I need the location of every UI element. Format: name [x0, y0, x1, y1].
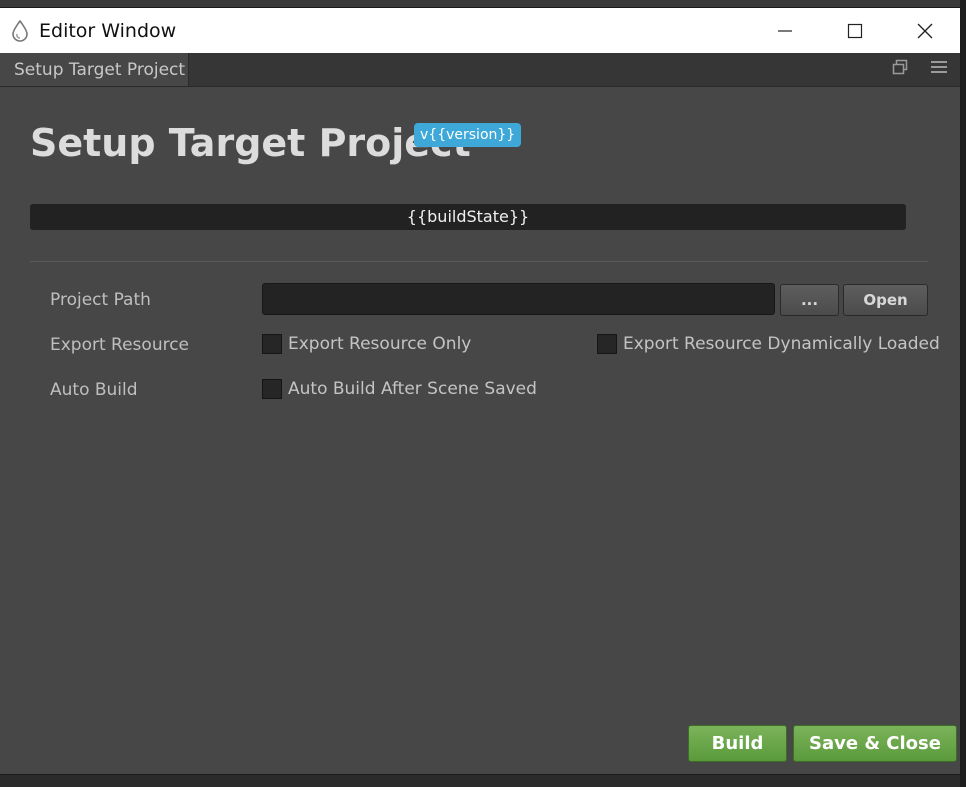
minimize-icon — [778, 29, 792, 32]
tab-bar: Setup Target Project — [0, 53, 960, 87]
export-resource-only-label: Export Resource Only — [288, 334, 472, 354]
browse-button[interactable]: ... — [780, 284, 839, 316]
page-title: Setup Target Project — [30, 121, 471, 165]
tab-setup-target-project[interactable]: Setup Target Project — [0, 53, 189, 86]
auto-build-label: Auto Build — [50, 380, 138, 400]
version-badge: v{{version}} — [414, 123, 522, 147]
editor-window: Editor Window Setup Target Project Setup… — [0, 8, 960, 774]
maximize-button[interactable] — [820, 8, 890, 53]
build-state-bar: {{buildState}} — [30, 204, 906, 230]
title-bar: Editor Window — [0, 8, 960, 53]
tab-actions — [892, 53, 948, 86]
project-path-label: Project Path — [50, 290, 151, 310]
host-app-edge — [960, 0, 966, 787]
panel-content: Setup Target Project v{{version}} {{buil… — [0, 87, 960, 774]
project-path-input[interactable] — [262, 283, 775, 315]
export-resource-dynamic-checkbox[interactable] — [597, 334, 617, 354]
export-resource-only-option[interactable]: Export Resource Only — [262, 334, 471, 354]
export-resource-dynamic-option[interactable]: Export Resource Dynamically Loaded — [597, 334, 940, 354]
maximize-icon — [847, 23, 863, 38]
export-resource-dynamic-label: Export Resource Dynamically Loaded — [623, 334, 940, 354]
restore-icon[interactable] — [892, 59, 908, 80]
save-close-button[interactable]: Save & Close — [793, 725, 957, 762]
droplet-icon — [9, 19, 31, 42]
minimize-button[interactable] — [750, 8, 820, 53]
window-controls — [750, 8, 960, 53]
open-button[interactable]: Open — [843, 284, 928, 316]
menu-icon[interactable] — [930, 59, 948, 80]
auto-build-option-label: Auto Build After Scene Saved — [288, 379, 537, 399]
export-resource-label: Export Resource — [50, 335, 190, 355]
close-icon — [917, 23, 933, 38]
divider — [30, 261, 928, 262]
build-button[interactable]: Build — [688, 725, 787, 762]
auto-build-checkbox[interactable] — [262, 379, 282, 399]
auto-build-option[interactable]: Auto Build After Scene Saved — [262, 379, 537, 399]
close-button[interactable] — [890, 8, 960, 53]
window-title: Editor Window — [39, 19, 177, 42]
export-resource-only-checkbox[interactable] — [262, 334, 282, 354]
